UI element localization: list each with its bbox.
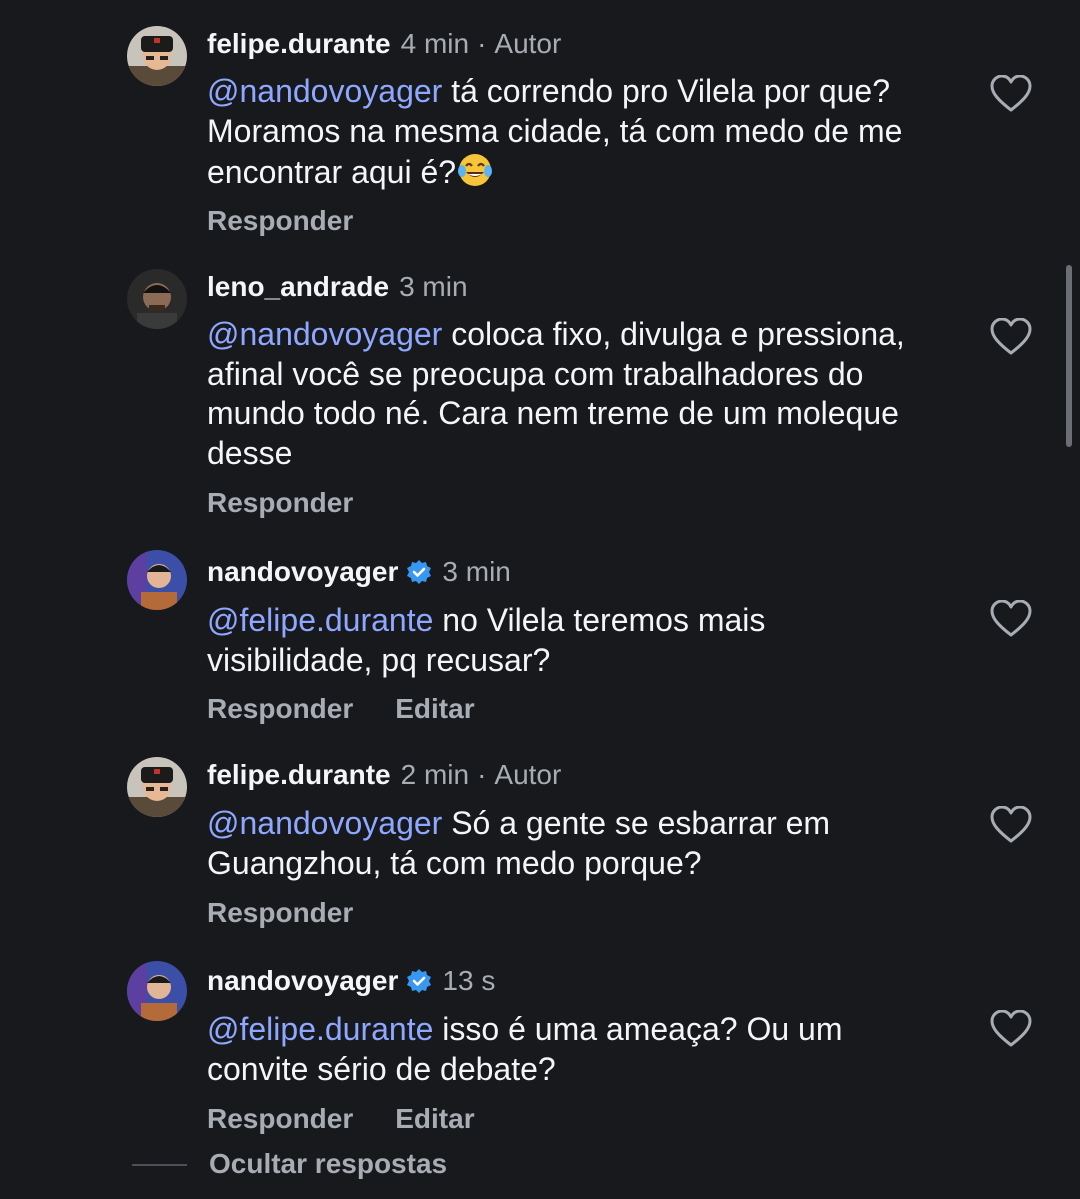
- avatar[interactable]: [127, 550, 187, 610]
- verified-badge-icon: [406, 968, 432, 994]
- hide-replies-button[interactable]: Ocultar respostas: [209, 1148, 447, 1180]
- comment-time: 3 min: [442, 556, 511, 587]
- username[interactable]: felipe.durante: [207, 759, 391, 791]
- scrollbar[interactable]: [1066, 265, 1072, 447]
- comments-thread: felipe.durante 4 min · Autor @nandovoyag…: [0, 0, 1080, 1199]
- heart-outline-icon[interactable]: [990, 317, 1032, 356]
- hide-replies-divider: [132, 1164, 187, 1166]
- comment-text: @nandovoyager coloca fixo, divulga e pre…: [207, 315, 927, 473]
- mention-link[interactable]: @felipe.durante: [207, 602, 433, 638]
- edit-button[interactable]: Editar: [395, 693, 474, 725]
- comment-header: nandovoyager 3 min: [207, 554, 511, 590]
- username[interactable]: nandovoyager: [207, 965, 398, 997]
- reply-button[interactable]: Responder: [207, 693, 353, 725]
- comment-time: 13 s: [442, 965, 496, 996]
- reply-button[interactable]: Responder: [207, 205, 353, 237]
- author-tag: Autor: [494, 759, 562, 790]
- comment-text: @felipe.durante no Vilela teremos mais v…: [207, 601, 927, 680]
- comment-text: @nandovoyager Só a gente se esbarrar em …: [207, 804, 927, 883]
- separator-dot: ·: [477, 759, 487, 790]
- comment-header: leno_andrade 3 min: [207, 269, 468, 305]
- comment-time: 3 min: [399, 271, 468, 302]
- verified-badge-icon: [406, 559, 432, 585]
- author-tag: Autor: [494, 28, 562, 59]
- mention-link[interactable]: @nandovoyager: [207, 805, 442, 841]
- comment-actions: Responder Editar: [207, 692, 475, 726]
- mention-link[interactable]: @felipe.durante: [207, 1011, 433, 1047]
- comment-actions: Responder: [207, 204, 353, 238]
- comment-actions: Responder Editar: [207, 1102, 475, 1136]
- heart-outline-icon[interactable]: [990, 1009, 1032, 1048]
- reply-button[interactable]: Responder: [207, 1103, 353, 1135]
- comment-header: nandovoyager 13 s: [207, 963, 495, 999]
- edit-button[interactable]: Editar: [395, 1103, 474, 1135]
- username[interactable]: felipe.durante: [207, 28, 391, 60]
- avatar[interactable]: [127, 269, 187, 329]
- username[interactable]: nandovoyager: [207, 556, 398, 588]
- mention-link[interactable]: @nandovoyager: [207, 73, 442, 109]
- comment-text: @felipe.durante isso é uma ameaça? Ou um…: [207, 1010, 927, 1089]
- comment-time: 4 min: [400, 28, 470, 59]
- comment-actions: Responder: [207, 896, 353, 930]
- username[interactable]: leno_andrade: [207, 271, 389, 303]
- mention-link[interactable]: @nandovoyager: [207, 316, 442, 352]
- avatar[interactable]: [127, 757, 187, 817]
- face-with-tears-of-joy-emoji: [456, 151, 494, 189]
- reply-button[interactable]: Responder: [207, 897, 353, 929]
- comment-time: 2 min: [400, 759, 470, 790]
- avatar[interactable]: [127, 961, 187, 1021]
- avatar[interactable]: [127, 26, 187, 86]
- reply-button[interactable]: Responder: [207, 487, 353, 519]
- comment-text: @nandovoyager tá correndo pro Vilela por…: [207, 72, 927, 193]
- heart-outline-icon[interactable]: [990, 805, 1032, 844]
- separator-dot: ·: [477, 28, 487, 59]
- comment-header: felipe.durante 2 min · Autor: [207, 757, 561, 793]
- heart-outline-icon[interactable]: [990, 599, 1032, 638]
- comment-actions: Responder: [207, 486, 353, 520]
- heart-outline-icon[interactable]: [990, 74, 1032, 113]
- comment-header: felipe.durante 4 min · Autor: [207, 26, 561, 62]
